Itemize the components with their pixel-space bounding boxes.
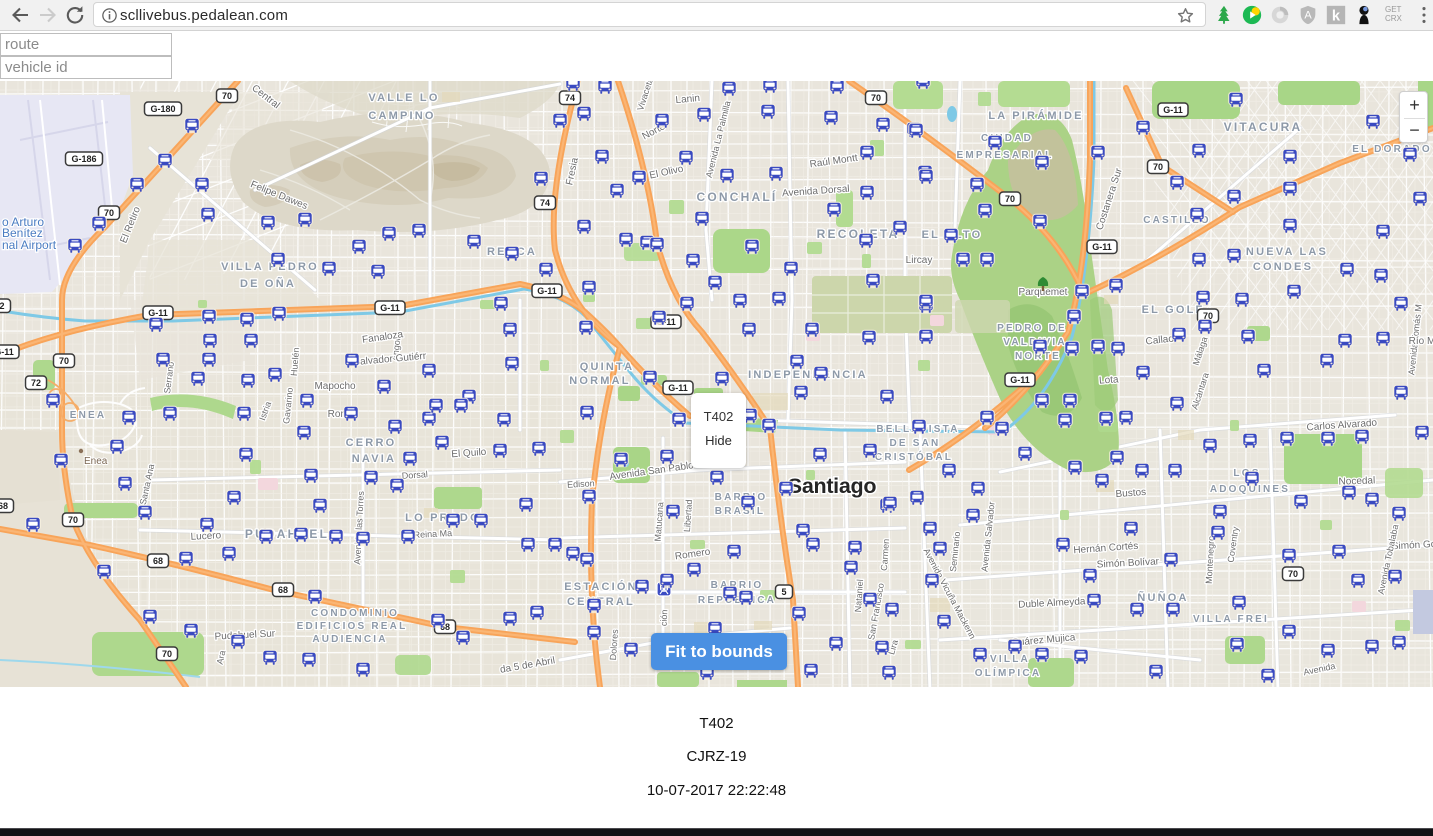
svg-text:70: 70 <box>68 515 78 525</box>
svg-text:70: 70 <box>222 91 232 101</box>
svg-text:CERRO: CERRO <box>346 437 397 449</box>
svg-text:NORMAL: NORMAL <box>569 375 630 387</box>
svg-text:Bustos: Bustos <box>1115 487 1146 500</box>
svg-text:VALLE LO: VALLE LO <box>368 92 439 104</box>
svg-text:CONCHALÍ: CONCHALÍ <box>697 189 778 204</box>
svg-text:Lanin: Lanin <box>675 93 700 106</box>
svg-text:G-11: G-11 <box>1010 375 1030 385</box>
svg-text:ESTACIÓN: ESTACIÓN <box>564 580 638 593</box>
svg-text:G-11: G-11 <box>1092 242 1112 252</box>
svg-text:ción: ción <box>659 609 670 626</box>
svg-text:G-11: G-11 <box>1163 105 1183 115</box>
svg-text:Simón Gon: Simón Gon <box>1392 539 1433 553</box>
svg-text:nal Airport: nal Airport <box>2 238 57 252</box>
svg-text:DE OÑA: DE OÑA <box>240 277 296 290</box>
svg-text:BRASIL: BRASIL <box>715 506 765 517</box>
svg-text:Río M: Río M <box>1409 336 1433 347</box>
svg-text:74: 74 <box>540 198 550 208</box>
svg-text:G-11: G-11 <box>0 347 14 357</box>
svg-text:QUINTA: QUINTA <box>580 361 635 373</box>
svg-text:VITACURA: VITACURA <box>1224 120 1303 134</box>
svg-text:G-180: G-180 <box>150 104 175 114</box>
svg-text:LA PIRÁMIDE: LA PIRÁMIDE <box>988 109 1083 122</box>
svg-text:A: A <box>1304 10 1312 22</box>
svg-text:74: 74 <box>565 93 575 103</box>
svg-text:AUDIENCIA: AUDIENCIA <box>312 634 387 645</box>
svg-text:ÑUÑOA: ÑUÑOA <box>1137 591 1188 604</box>
svg-text:VILLA PEDRO: VILLA PEDRO <box>221 261 319 273</box>
svg-text:68: 68 <box>153 556 163 566</box>
svg-text:EL GOLF: EL GOLF <box>1142 304 1205 316</box>
svg-text:CONDES: CONDES <box>1253 261 1313 273</box>
svg-text:68: 68 <box>278 585 288 595</box>
svg-text:G-11: G-11 <box>380 303 400 313</box>
svg-text:G-11: G-11 <box>668 383 688 393</box>
svg-text:CAMPINO: CAMPINO <box>368 110 435 122</box>
svg-text:ENEA: ENEA <box>70 410 107 421</box>
svg-text:EL DORADO: EL DORADO <box>1352 144 1432 155</box>
svg-text:CRISTÓBAL: CRISTÓBAL <box>875 450 953 463</box>
svg-text:LO PRADO: LO PRADO <box>405 512 481 524</box>
svg-text:Lircay: Lircay <box>906 255 933 266</box>
svg-text:Lota: Lota <box>1099 374 1120 386</box>
svg-text:NAVIA: NAVIA <box>352 453 396 465</box>
svg-text:OLÍMPICA: OLÍMPICA <box>975 666 1042 679</box>
svg-text:70: 70 <box>871 93 881 103</box>
svg-text:RECOLETA: RECOLETA <box>817 227 900 241</box>
svg-text:5: 5 <box>781 587 786 597</box>
svg-text:INDEPENDENCIA: INDEPENDENCIA <box>748 369 868 381</box>
svg-text:70: 70 <box>1153 162 1163 172</box>
svg-text:Edison: Edison <box>567 478 595 489</box>
svg-text:DE SAN: DE SAN <box>890 438 941 449</box>
svg-text:72: 72 <box>31 378 41 388</box>
svg-text:EDIFICIOS REAL: EDIFICIOS REAL <box>297 621 408 632</box>
svg-text:Mapocho: Mapocho <box>314 381 356 392</box>
svg-text:70: 70 <box>1288 569 1298 579</box>
svg-text:k: k <box>1332 9 1341 25</box>
svg-text:PEDRO DE: PEDRO DE <box>997 323 1067 334</box>
svg-text:NUEVA LAS: NUEVA LAS <box>1246 246 1328 258</box>
svg-text:70: 70 <box>59 356 69 366</box>
svg-text:70: 70 <box>162 649 172 659</box>
svg-text:68: 68 <box>0 501 8 511</box>
svg-text:G-11: G-11 <box>537 286 557 296</box>
svg-text:Dorsal: Dorsal <box>401 469 428 481</box>
svg-text:G-186: G-186 <box>71 154 96 164</box>
svg-text:Reina Ma: Reina Ma <box>413 528 452 540</box>
svg-text:CONDOMINIO: CONDOMINIO <box>311 608 399 619</box>
svg-text:VILLA: VILLA <box>990 654 1030 665</box>
svg-text:70: 70 <box>1005 194 1015 204</box>
svg-text:VILLA FREI: VILLA FREI <box>1193 614 1269 625</box>
svg-text:Santiago: Santiago <box>788 474 877 498</box>
svg-text:2: 2 <box>0 301 5 311</box>
svg-text:PUDAHUEL: PUDAHUEL <box>245 527 329 541</box>
svg-text:Enea: Enea <box>84 456 108 467</box>
